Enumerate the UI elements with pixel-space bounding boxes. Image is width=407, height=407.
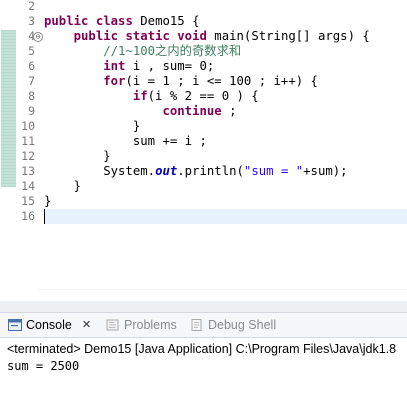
code-line[interactable]: public class Demo15 {: [44, 14, 407, 29]
line-number: 10: [21, 119, 35, 133]
fold-collapse-icon[interactable]: ⊖: [33, 32, 43, 42]
code-token: for: [103, 74, 126, 88]
line-number: 13: [21, 164, 35, 178]
code-line[interactable]: }: [44, 194, 407, 209]
code-token: ;: [221, 104, 237, 118]
line-number: 3: [28, 14, 35, 28]
console-output-line: sum = 2500: [7, 359, 80, 373]
line-number: 14: [21, 179, 35, 193]
line-number: 11: [21, 134, 35, 148]
code-token: //1~100之内的奇数求和: [103, 44, 242, 58]
tab-problems-label: Problems: [124, 318, 177, 332]
tab-problems[interactable]: Problems: [106, 313, 177, 337]
code-token: public: [44, 14, 89, 28]
line-number: 7: [28, 74, 35, 88]
scroll-left-icon[interactable]: <: [44, 289, 52, 290]
code-line[interactable]: sum += i ;: [44, 134, 407, 149]
close-icon[interactable]: ✕: [82, 313, 91, 337]
console-status-line: <terminated> Demo15 [Java Application] C…: [7, 342, 397, 356]
code-line[interactable]: //1~100之内的奇数求和: [44, 44, 407, 59]
code-line[interactable]: continue ;: [44, 104, 407, 119]
code-token: (i % 2 == 0 ) {: [147, 89, 259, 103]
tab-console-label: Console: [26, 318, 72, 332]
code-line[interactable]: [44, 209, 407, 224]
code-token: continue: [162, 104, 222, 118]
line-number: 15: [21, 194, 35, 208]
quick-diff-bar: [1, 30, 16, 187]
line-number: 12: [21, 149, 35, 163]
code-token: public: [73, 29, 119, 43]
code-token: i , sum= 0;: [125, 59, 215, 73]
line-number: 5: [28, 44, 35, 58]
tab-debug-shell[interactable]: Debug Shell: [190, 313, 276, 337]
code-token: out: [155, 164, 178, 178]
code-editor[interactable]: 2 3 4 5 6 7 8 9 10 11 12 13 14 15 16 ⊖ public class Dem…: [0, 0, 407, 290]
code-token: sum += i ;: [44, 134, 207, 148]
view-separator: [0, 301, 407, 312]
code-line[interactable]: for(i = 1 ; i <= 100 ; i++) {: [44, 74, 407, 89]
code-line[interactable]: int i , sum= 0;: [44, 59, 407, 74]
debug-shell-icon: [191, 319, 202, 331]
tab-debug-shell-label: Debug Shell: [208, 318, 277, 332]
bottom-view-tabs: Console ✕ Problems Debug Shell: [0, 312, 407, 338]
problems-icon: [106, 319, 119, 331]
code-token: System.: [44, 164, 156, 178]
code-token: void: [177, 29, 207, 43]
code-token: static: [125, 29, 170, 43]
line-number: 6: [28, 59, 35, 73]
code-line[interactable]: }: [44, 149, 407, 164]
line-number: 4: [28, 29, 35, 43]
line-number: 16: [21, 209, 35, 223]
code-token: +sum);: [303, 164, 348, 178]
line-number: 2: [28, 0, 35, 13]
code-line[interactable]: }: [44, 119, 407, 134]
code-token: (i = 1 ; i <= 100 ; i++) {: [125, 74, 318, 88]
tab-console[interactable]: Console ✕: [8, 313, 91, 337]
console-icon: [8, 319, 22, 331]
code-line[interactable]: System.out.println("sum = "+sum);: [44, 164, 407, 179]
code-token: Demo15 {: [132, 14, 200, 28]
code-line[interactable]: public static void main(String[] args) {: [44, 29, 407, 44]
text-caret: [44, 209, 45, 224]
code-token: class: [95, 14, 133, 28]
code-token: "sum = ": [243, 164, 304, 178]
line-number: 9: [28, 104, 35, 118]
console-output[interactable]: <terminated> Demo15 [Java Application] C…: [0, 337, 407, 407]
code-token: }: [44, 119, 141, 133]
code-token: }: [44, 179, 82, 193]
code-line[interactable]: [44, 0, 407, 14]
code-line[interactable]: if(i % 2 == 0 ) {: [44, 89, 407, 104]
code-token: }: [44, 149, 111, 163]
code-token: int: [103, 59, 126, 73]
code-line[interactable]: }: [44, 179, 407, 194]
line-number: 8: [28, 89, 35, 103]
horizontal-scrollbar[interactable]: <: [38, 289, 407, 290]
code-token: .println(: [177, 164, 244, 178]
code-token: if: [132, 89, 148, 103]
code-token: }: [44, 194, 52, 208]
code-token: main(String[] args) {: [206, 29, 370, 43]
line-number-gutter: 2 3 4 5 6 7 8 9 10 11 12 13 14 15 16 ⊖: [15, 0, 43, 290]
